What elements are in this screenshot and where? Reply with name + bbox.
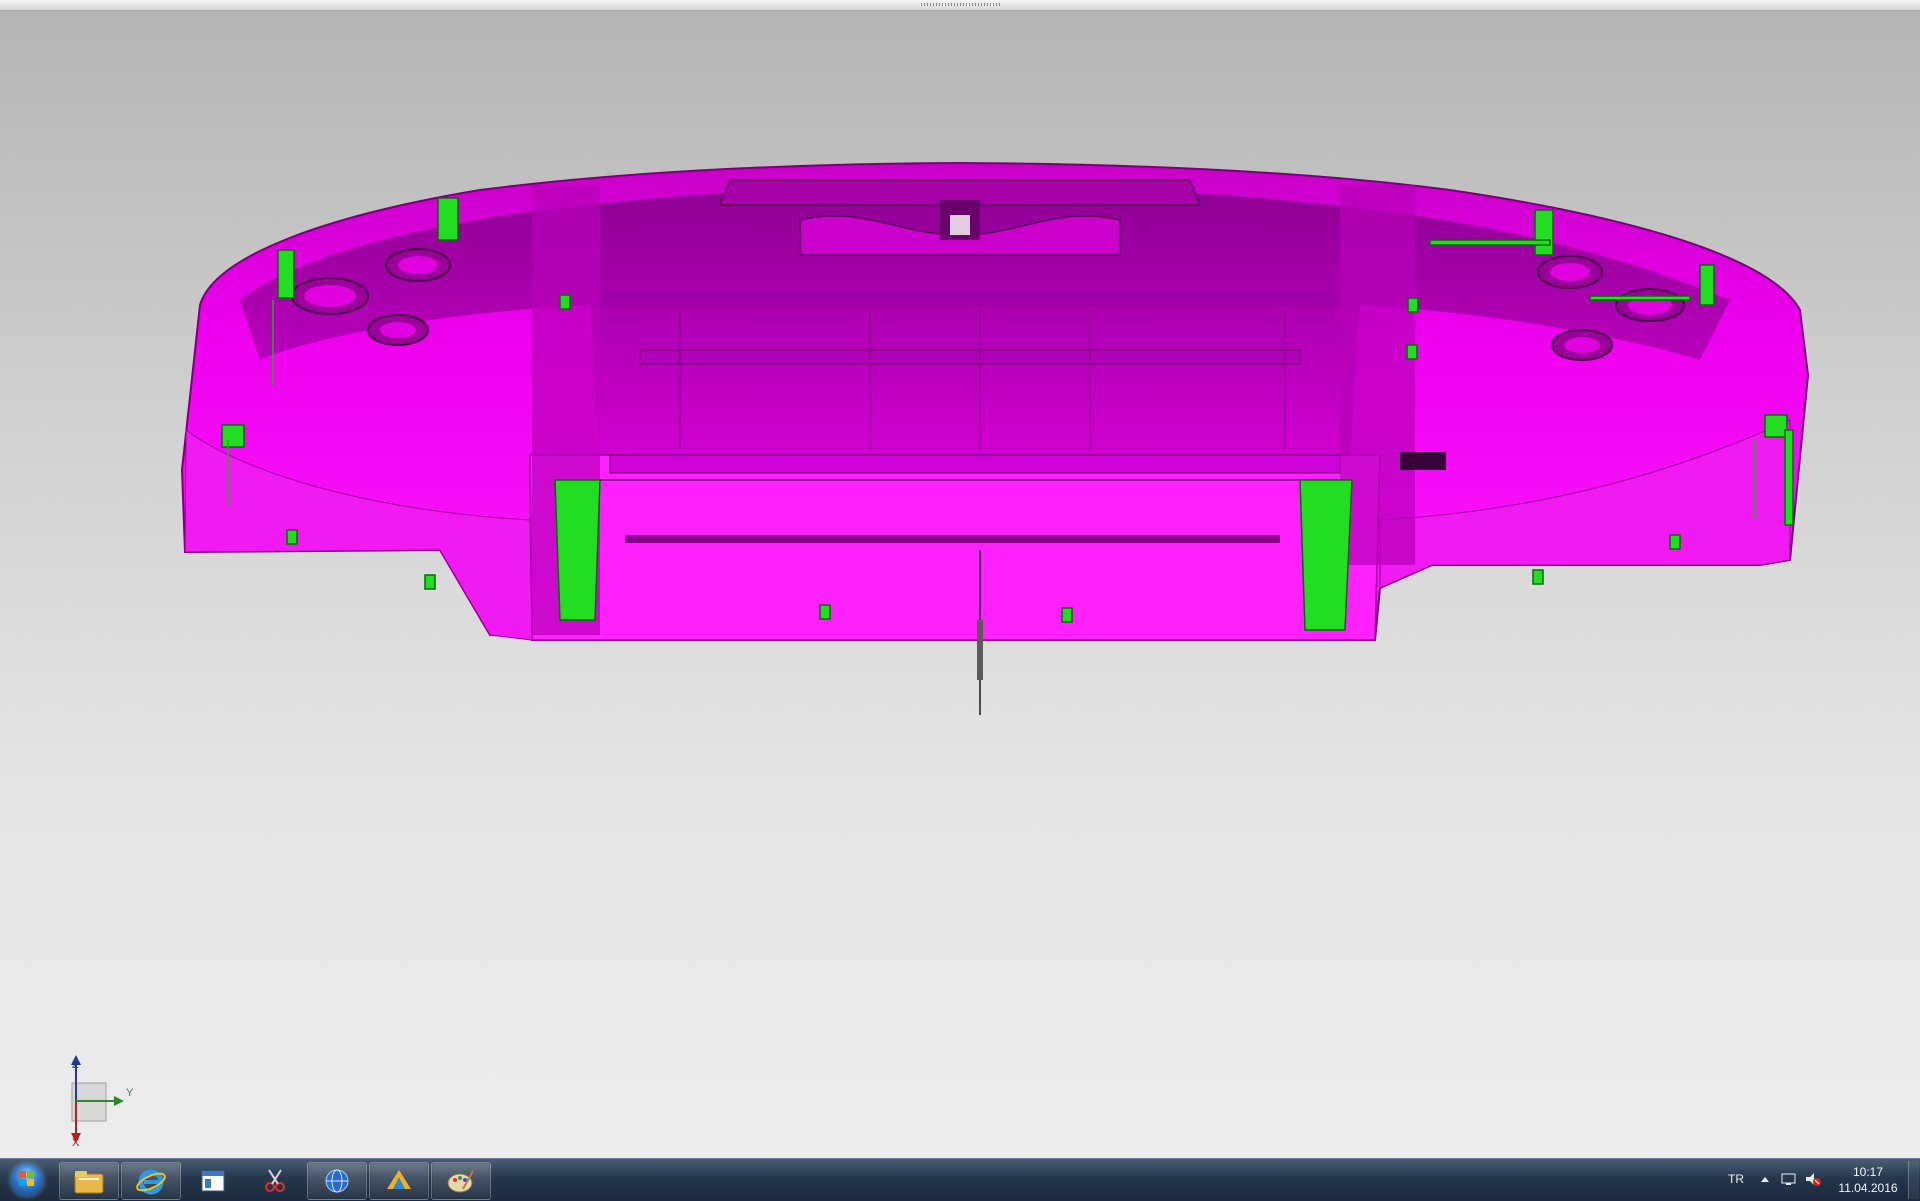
coordinate-triad: Z Y X	[62, 1053, 172, 1153]
snipping-tool-icon	[265, 1169, 285, 1192]
taskbar-app-globe[interactable]	[307, 1162, 367, 1200]
window-top-edge[interactable]	[0, 0, 1920, 11]
internet-explorer-icon	[136, 1169, 166, 1195]
resize-grip[interactable]	[921, 3, 1001, 6]
taskbar-app-snipping-tool[interactable]	[245, 1162, 305, 1200]
document-window-icon	[201, 1170, 225, 1192]
system-clock[interactable]: 10:17 11.04.2016	[1830, 1164, 1906, 1196]
taskbar-app-cad[interactable]	[369, 1162, 429, 1200]
windows-logo-icon	[19, 1171, 35, 1187]
network-icon[interactable]	[1780, 1171, 1798, 1192]
globe-app-icon	[325, 1169, 349, 1193]
language-indicator[interactable]: TR	[1728, 1172, 1744, 1186]
taskbar-app-document[interactable]	[183, 1162, 243, 1200]
volume-muted-icon[interactable]	[1804, 1171, 1822, 1192]
triad-label-z: Z	[72, 1059, 79, 1071]
paint-icon	[447, 1170, 474, 1193]
taskbar-app-paint[interactable]	[431, 1162, 491, 1200]
file-explorer-icon	[74, 1171, 104, 1194]
start-button[interactable]	[4, 1160, 50, 1200]
taskbar-app-file-explorer[interactable]	[59, 1162, 119, 1200]
triad-label-x: X	[72, 1137, 80, 1149]
clock-time: 10:17	[1852, 1165, 1884, 1179]
cad-app-icon	[387, 1170, 411, 1189]
bumper-lower-face	[529, 454, 1381, 641]
taskbar-app-internet-explorer[interactable]	[121, 1162, 181, 1200]
graphics-viewport[interactable]: Z Y X	[0, 11, 1920, 1158]
triad-label-y: Y	[126, 1087, 134, 1099]
taskbar: TR 10:17 11.04.2016	[0, 1158, 1920, 1201]
clock-date: 11.04.2016	[1838, 1181, 1898, 1195]
show-desktop-button[interactable]	[1908, 1161, 1919, 1199]
bumper-3d-model[interactable]	[0, 11, 1920, 1158]
show-hidden-icons-icon[interactable]	[1760, 1171, 1770, 1192]
